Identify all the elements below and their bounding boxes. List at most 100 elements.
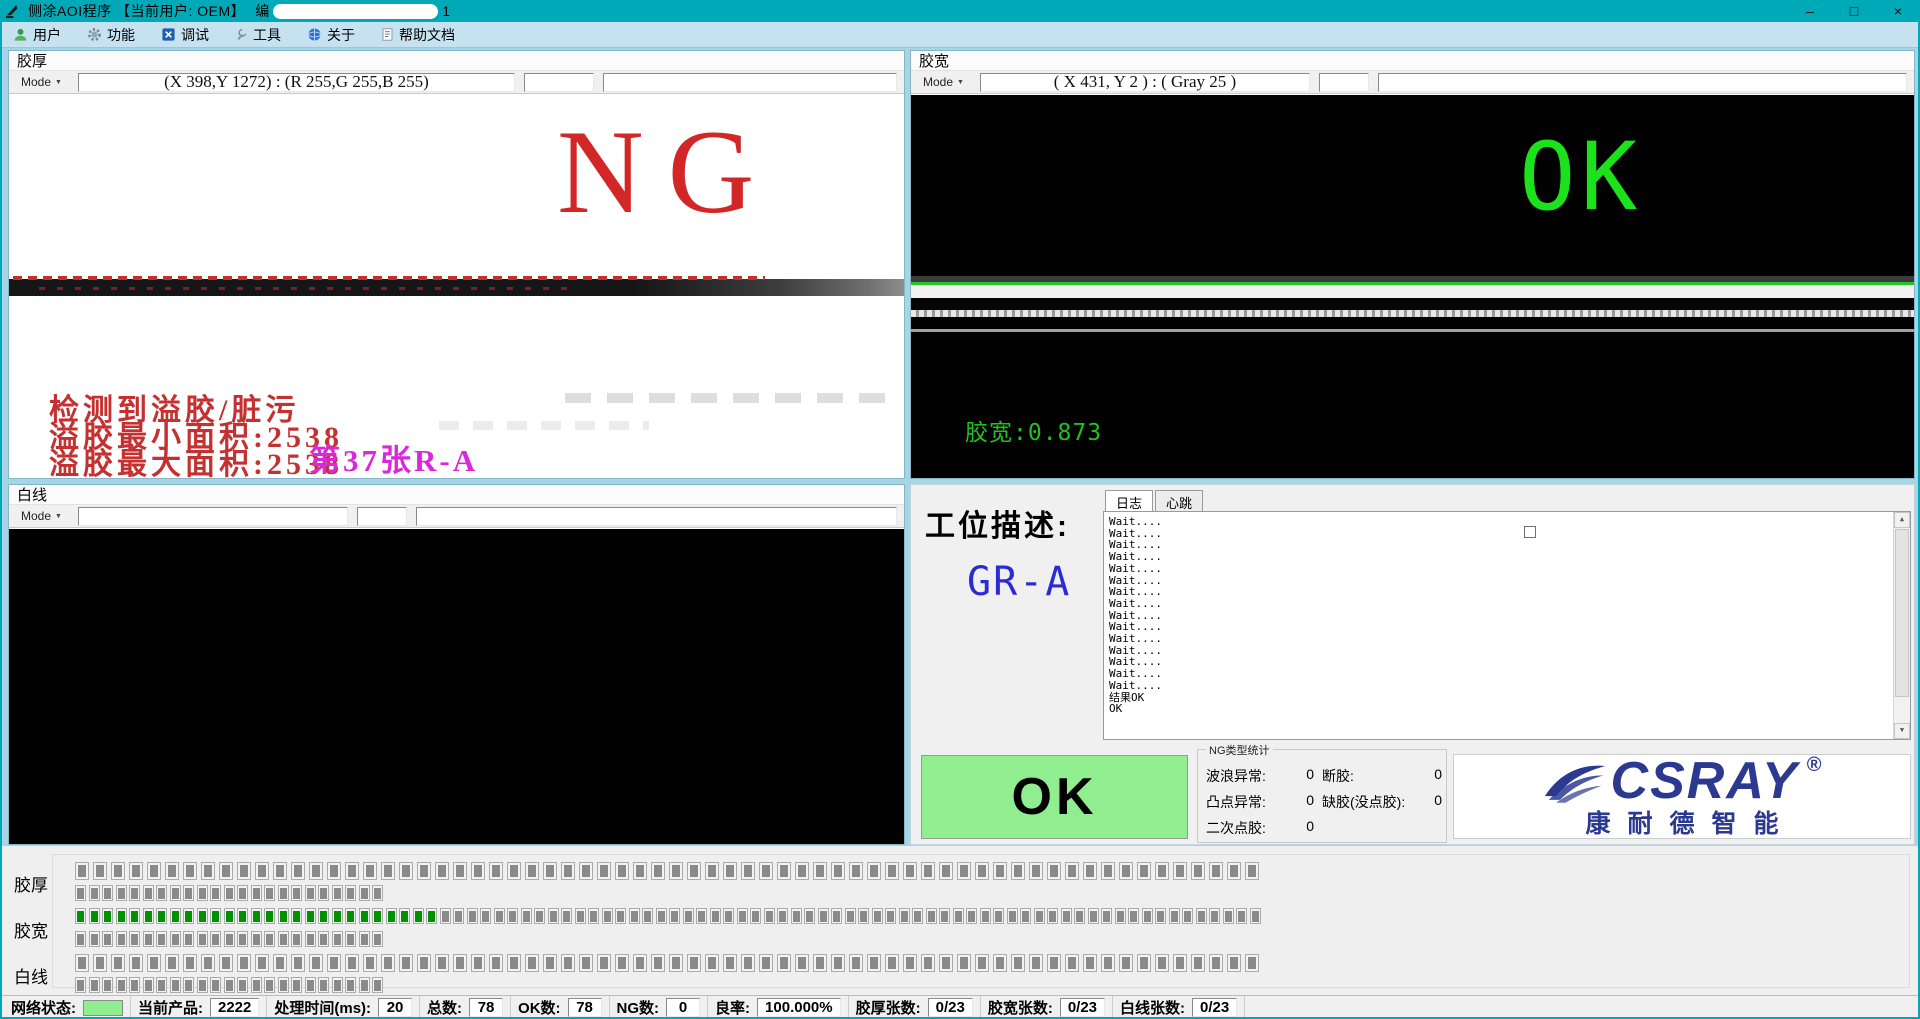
- indicator-cell: [197, 885, 208, 901]
- inspection-image-white-line[interactable]: [9, 529, 904, 844]
- menu-item-function[interactable]: 功能: [82, 23, 140, 47]
- minimize-button[interactable]: –: [1788, 0, 1832, 22]
- menu-item-about[interactable]: 关于: [302, 23, 360, 47]
- mode-dropdown[interactable]: Mode: [14, 74, 69, 90]
- scroll-down-icon[interactable]: [1894, 723, 1910, 739]
- indicator-cell: [183, 977, 194, 993]
- indicator-cell: [197, 931, 208, 947]
- indicator-group-label: 胶厚: [14, 871, 48, 896]
- defect-message-line: 溢胶最大面积:2538: [49, 439, 343, 478]
- indicator-cell: [318, 885, 329, 901]
- indicator-cell: [831, 908, 842, 924]
- indicator-cell: [156, 908, 167, 924]
- indicator-cell: [111, 954, 125, 972]
- indicator-cell: [696, 908, 707, 924]
- indicator-cell: [1250, 908, 1261, 924]
- indicator-cell: [597, 862, 611, 880]
- indicator-cell: [975, 954, 989, 972]
- indicator-cell: [359, 885, 370, 901]
- indicator-cell: [170, 977, 181, 993]
- ng-stat-row: 断胶:0: [1322, 766, 1442, 786]
- indicator-cell: [251, 885, 262, 901]
- indicator-cell: [224, 885, 235, 901]
- indicator-cell: [525, 862, 539, 880]
- tab-heartbeat[interactable]: 心跳: [1155, 490, 1203, 511]
- indicator-cell: [1065, 954, 1079, 972]
- indicator-cell: [291, 931, 302, 947]
- indicator-cell: [75, 931, 86, 947]
- indicator-group-label: 胶宽: [14, 917, 48, 942]
- status-value: 0/23: [1192, 998, 1237, 1017]
- close-button[interactable]: ×: [1876, 0, 1920, 22]
- indicator-cell: [1245, 954, 1259, 972]
- indicator-cell: [170, 931, 181, 947]
- log-scrollbar[interactable]: [1893, 512, 1910, 739]
- maximize-button[interactable]: □: [1832, 0, 1876, 22]
- indicator-cell: [237, 908, 248, 924]
- indicator-cell: [1047, 908, 1058, 924]
- indicator-cell: [575, 908, 586, 924]
- mode-dropdown[interactable]: Mode: [916, 74, 971, 90]
- wrench-icon: [235, 27, 248, 42]
- indicator-group-label: 白线: [14, 963, 48, 988]
- status-item: 白线张数:0/23: [1113, 996, 1245, 1019]
- indicator-cell: [957, 954, 971, 972]
- indicator-cell: [1101, 954, 1115, 972]
- indicator-cell: [332, 977, 343, 993]
- indicator-cell: [345, 977, 356, 993]
- indicator-cell: [75, 885, 86, 901]
- indicator-cell: [669, 908, 680, 924]
- indicator-cell: [1011, 954, 1025, 972]
- ng-stat-row: 缺胶(没点胶):0: [1322, 792, 1442, 812]
- indicator-cell: [102, 908, 113, 924]
- indicator-cell: [525, 954, 539, 972]
- tab-log[interactable]: 日志: [1105, 490, 1153, 511]
- frame-index-overlay: 第37张R-A: [309, 435, 478, 478]
- inspection-image-glue-width[interactable]: OK 胶宽:0.873: [911, 95, 1914, 478]
- menu-item-help[interactable]: 帮助文档: [376, 23, 460, 47]
- status-item: OK数:78: [511, 996, 610, 1019]
- window-title-partial: 编: [255, 1, 269, 21]
- status-item: 胶宽张数:0/23: [981, 996, 1113, 1019]
- scrollbar-thumb[interactable]: [1895, 529, 1909, 697]
- indicator-cell: [237, 977, 248, 993]
- mode-dropdown[interactable]: Mode: [14, 508, 69, 524]
- glue-width-measurement: 胶宽:0.873: [965, 413, 1102, 447]
- globe-icon: [307, 27, 322, 42]
- overall-result-button[interactable]: OK: [921, 755, 1188, 839]
- indicator-row: [75, 977, 386, 993]
- log-entry: Wait....: [1109, 575, 1905, 587]
- indicator-cell: [170, 885, 181, 901]
- log-list[interactable]: Wait....Wait....Wait....Wait....Wait....…: [1103, 511, 1911, 740]
- indicator-cell: [278, 885, 289, 901]
- menu-item-debug[interactable]: 调试: [156, 23, 214, 47]
- indicator-cell: [818, 908, 829, 924]
- log-entry: Wait....: [1109, 516, 1905, 528]
- menu-item-tools[interactable]: 工具: [230, 23, 286, 47]
- indicator-cell: [129, 862, 143, 880]
- indicator-cell: [1227, 954, 1241, 972]
- indicator-cell: [372, 977, 383, 993]
- checkbox[interactable]: [1524, 526, 1536, 538]
- menu-item-label: 调试: [181, 25, 209, 45]
- log-panel: 日志 心跳 Wait....Wait....Wait....Wait....Wa…: [1103, 490, 1911, 740]
- scroll-up-icon[interactable]: [1894, 512, 1910, 528]
- indicator-cell: [255, 862, 269, 880]
- indicator-cell: [615, 862, 629, 880]
- indicator-cell: [89, 931, 100, 947]
- menu-item-user[interactable]: 用户: [8, 23, 66, 47]
- indicator-cell: [687, 862, 701, 880]
- indicator-cell: [1011, 862, 1025, 880]
- indicator-cell: [210, 931, 221, 947]
- indicator-row: [75, 954, 1263, 972]
- log-tabs: 日志 心跳: [1103, 490, 1911, 511]
- ng-stat-label: 凸点异常:: [1206, 792, 1266, 812]
- indicator-cell: [849, 954, 863, 972]
- indicator-cell: [318, 908, 329, 924]
- indicator-cell: [849, 862, 863, 880]
- indicator-cell: [1029, 954, 1043, 972]
- indicator-cell: [993, 908, 1004, 924]
- status-item: 总数:78: [420, 996, 511, 1019]
- indicator-cell: [75, 977, 86, 993]
- inspection-image-glue-thickness[interactable]: NG 检测到溢胶/脏污 溢胶最小面积:2538 溢胶最大面积:2538 第37张…: [9, 95, 904, 478]
